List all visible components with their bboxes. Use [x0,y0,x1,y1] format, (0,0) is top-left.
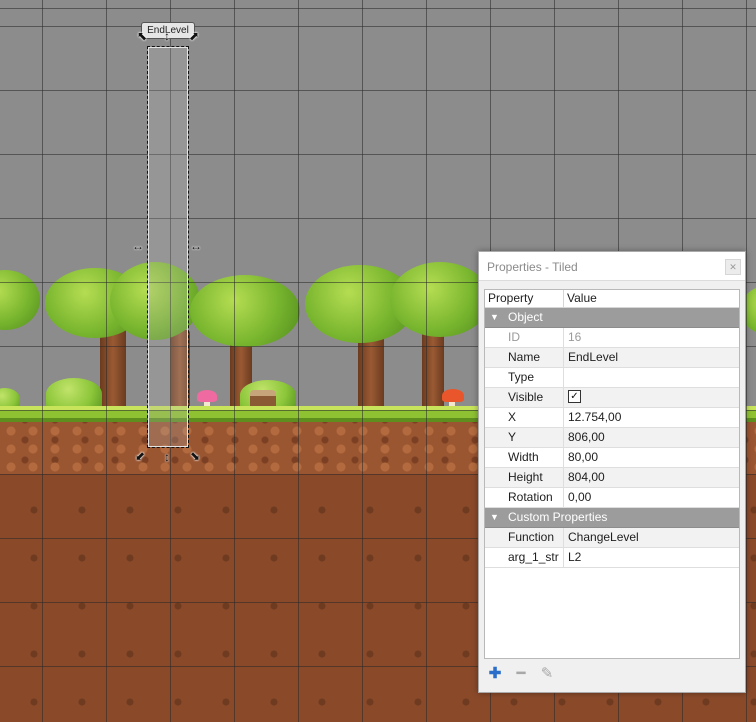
close-icon[interactable]: ✕ [725,259,741,275]
property-value[interactable]: 80,00 [564,448,739,467]
mushroom [442,389,464,402]
property-row-width[interactable]: Width 80,00 [485,448,739,468]
tree-canopy [190,275,300,347]
property-row-name[interactable]: Name EndLevel [485,348,739,368]
pencil-icon[interactable]: ✎ [539,666,555,682]
properties-panel: Properties - Tiled ✕ Property Value ▼ Ob… [478,251,746,693]
property-key: Function [485,528,564,547]
endlevel-object[interactable] [147,46,189,448]
table-header: Property Value [485,290,739,308]
property-key: Height [485,468,564,487]
resize-handle-top-left-icon[interactable]: ⬉ [136,30,148,42]
property-key: Y [485,428,564,447]
property-key: Width [485,448,564,467]
resize-handle-top-right-icon[interactable]: ⬈ [188,30,200,42]
property-row-visible[interactable]: Visible ✓ [485,388,739,408]
property-value[interactable]: EndLevel [564,348,739,367]
property-row-height[interactable]: Height 804,00 [485,468,739,488]
property-key: Visible [485,388,564,407]
panel-title: Properties - Tiled [487,260,578,274]
resize-handle-top-icon[interactable]: ↕ [161,30,173,42]
visible-checkbox[interactable]: ✓ [568,390,581,404]
property-row-function[interactable]: Function ChangeLevel [485,528,739,548]
property-value[interactable]: 806,00 [564,428,739,447]
resize-handle-left-icon[interactable]: ↔ [132,240,144,252]
tree-trunk [422,325,444,412]
property-value[interactable]: 12.754,00 [564,408,739,427]
plus-icon[interactable]: ✚ [487,666,503,682]
collapse-triangle-icon[interactable]: ▼ [490,508,499,527]
property-value[interactable]: L2 [564,548,739,567]
property-row-y[interactable]: Y 806,00 [485,428,739,448]
group-label: Object [508,310,543,324]
property-value[interactable]: 804,00 [564,468,739,487]
mushroom [197,390,217,402]
property-row-rotation[interactable]: Rotation 0,00 [485,488,739,508]
property-value[interactable]: 0,00 [564,488,739,507]
resize-handle-bottom-right-icon[interactable]: ⬊ [189,450,201,462]
tree-canopy [390,262,490,337]
property-value[interactable] [564,368,739,387]
panel-toolbar: ✚ ━ ✎ [487,666,555,682]
property-table: Property Value ▼ Object ID 16 Name EndLe… [484,289,740,659]
group-label: Custom Properties [508,510,608,524]
column-header-value[interactable]: Value [564,290,597,307]
property-key: arg_1_str [485,548,564,567]
property-row-id[interactable]: ID 16 [485,328,739,348]
property-key: Type [485,368,564,387]
property-value: ✓ [564,388,739,407]
property-key: Rotation [485,488,564,507]
property-row-type[interactable]: Type [485,368,739,388]
group-custom-properties[interactable]: ▼ Custom Properties [485,508,739,528]
tree-canopy [0,270,40,330]
resize-handle-bottom-icon[interactable]: ↕ [161,451,173,463]
object-fill [148,47,188,447]
resize-handle-right-icon[interactable]: ↔ [190,240,202,252]
minus-icon[interactable]: ━ [513,666,529,682]
property-key: ID [485,328,564,347]
property-row-x[interactable]: X 12.754,00 [485,408,739,428]
resize-handle-bottom-left-icon[interactable]: ⬋ [134,450,146,462]
property-row-arg-1-str[interactable]: arg_1_str L2 [485,548,739,568]
property-key: X [485,408,564,427]
collapse-triangle-icon[interactable]: ▼ [490,308,499,327]
panel-titlebar[interactable]: Properties - Tiled ✕ [479,252,745,281]
group-object[interactable]: ▼ Object [485,308,739,328]
property-value[interactable]: ChangeLevel [564,528,739,547]
column-header-property[interactable]: Property [485,290,564,307]
property-key: Name [485,348,564,367]
property-value: 16 [568,330,582,344]
